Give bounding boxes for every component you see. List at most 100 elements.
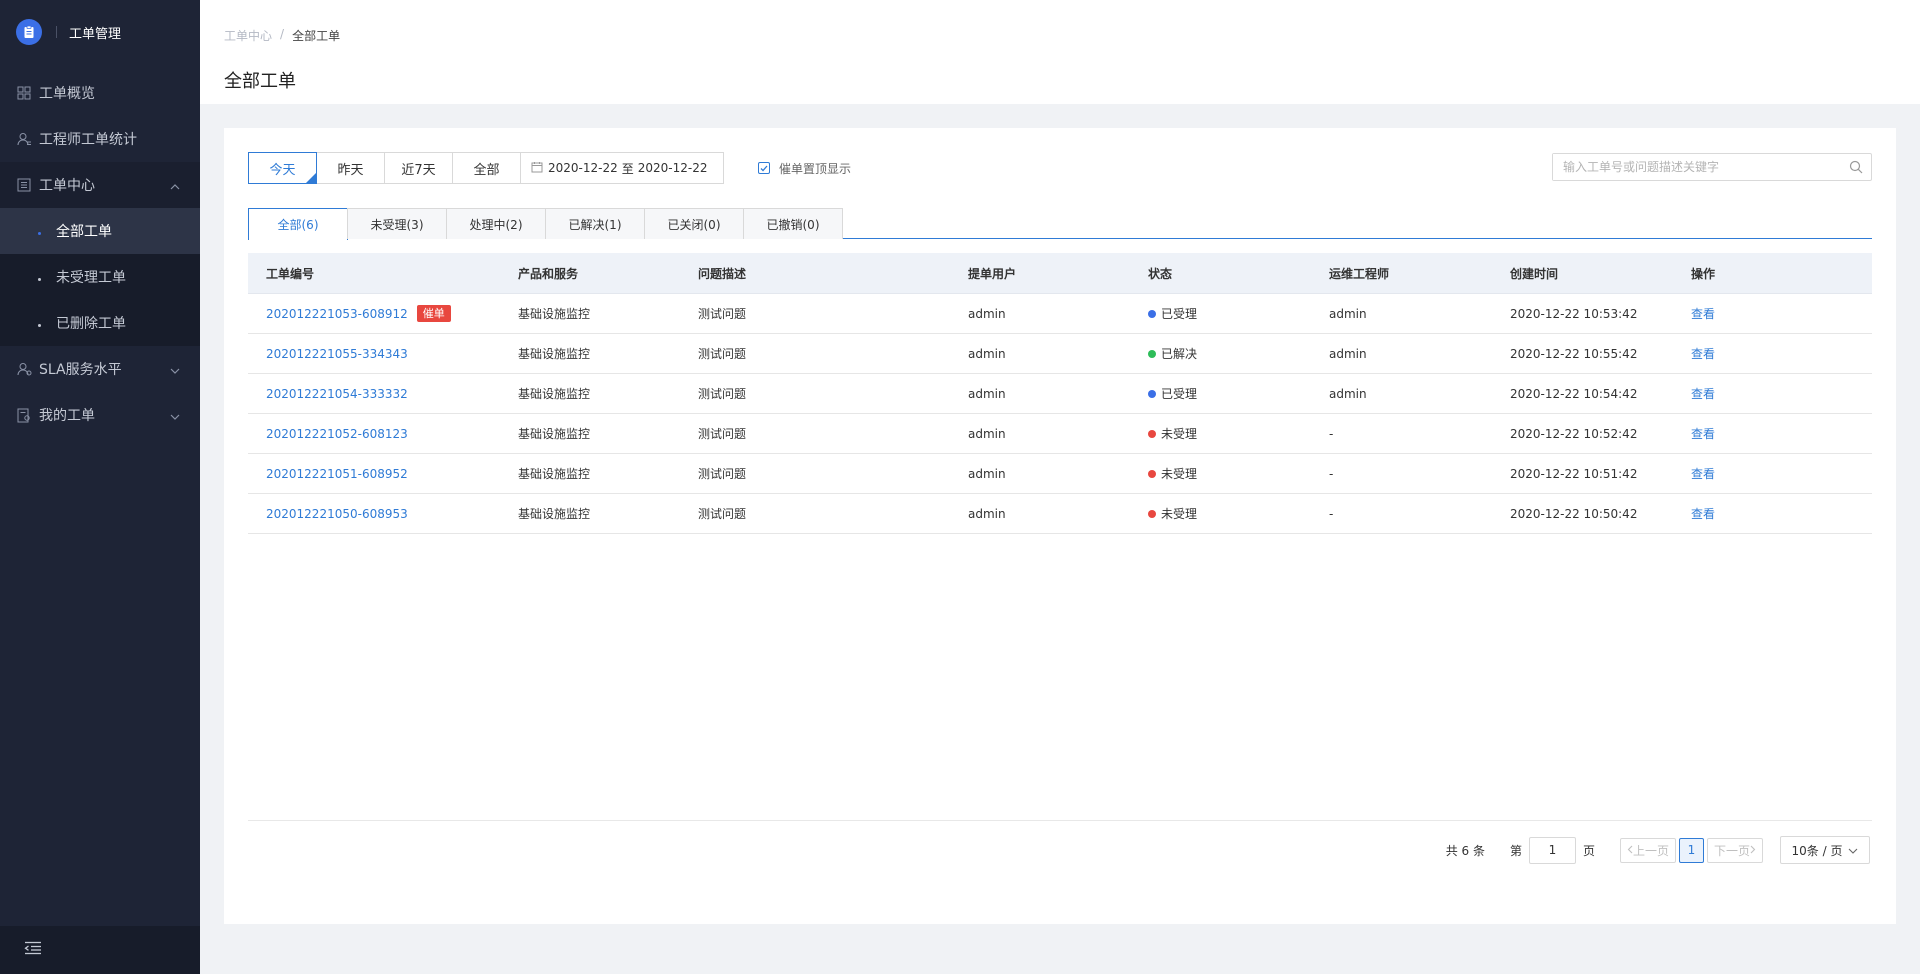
brand: 工单管理 [0, 0, 200, 64]
status-cell: 已解决 [1148, 345, 1329, 362]
page-title: 全部工单 [224, 71, 296, 92]
created-time-cell: 2020-12-22 10:54:42 [1510, 386, 1638, 401]
sidebar: 工单管理 工单概览 工程师工单统计 工单中心 全部工单 未受理工单 已删除工单 … [0, 0, 200, 974]
collapse-sidebar-button[interactable] [0, 926, 200, 974]
search-box [1552, 153, 1872, 181]
page-jump-prefix: 第 [1509, 843, 1522, 858]
status-cell: 未受理 [1148, 505, 1329, 522]
breadcrumb-link-order-center[interactable]: 工单中心 [224, 27, 272, 44]
status-dot-icon [1148, 509, 1156, 518]
status-dot-icon [1148, 349, 1156, 358]
table-header: 工单编号 产品和服务 问题描述 提单用户 状态 运维工程师 创建时间 操作 [248, 253, 1872, 294]
column-header: 提单用户 [968, 266, 1017, 281]
page-size-value: 10条 / 页 [1791, 843, 1843, 858]
app-title: 工单管理 [69, 26, 122, 42]
status-cell: 未受理 [1148, 425, 1329, 442]
prev-page-button[interactable]: 上一页 [1620, 837, 1676, 863]
sidebar-menu: 工单概览 工程师工单统计 工单中心 全部工单 未受理工单 已删除工单 SLA服务… [0, 70, 200, 438]
status-dot-icon [1148, 429, 1156, 438]
description-cell: 测试问题 [698, 427, 747, 441]
order-id-link[interactable]: 202012221053-608912 [266, 307, 408, 321]
order-id-link[interactable]: 202012221052-608123 [266, 427, 408, 441]
page-jump-input[interactable]: 1 [1528, 836, 1576, 864]
view-button[interactable]: 查看 [1691, 385, 1715, 402]
user-cell: admin [968, 466, 1006, 481]
created-time-cell: 2020-12-22 10:50:42 [1510, 506, 1638, 521]
sidebar-item-sla[interactable]: SLA服务水平 [0, 346, 200, 392]
date-start: 2020-12-22 [548, 161, 618, 175]
order-id-cell: 202012221052-608123 [248, 427, 518, 441]
table-row: 202012221051-608952 基础设施监控 测试问题 admin 未受理 - 20… [248, 454, 1872, 494]
column-header: 创建时间 [1510, 266, 1559, 281]
range-yesterday-button[interactable]: 昨天 [316, 152, 385, 184]
column-header: 运维工程师 [1329, 266, 1390, 281]
range-7days-button[interactable]: 近7天 [384, 152, 453, 184]
status-text: 未受理 [1161, 427, 1198, 441]
tab-closed[interactable]: 已关闭(0) [644, 208, 744, 239]
page-size-select[interactable]: 10条 / 页 [1780, 836, 1870, 864]
status-text: 已受理 [1161, 307, 1198, 321]
next-page-label: 下一页 [1713, 843, 1750, 858]
sidebar-item-deleted-orders[interactable]: 已删除工单 [0, 300, 200, 346]
sidebar-item-label: 未受理工单 [56, 270, 126, 286]
range-all-button[interactable]: 全部 [452, 152, 521, 184]
description-cell: 测试问题 [698, 387, 747, 401]
status-cell: 已受理 [1148, 305, 1329, 322]
tab-all[interactable]: 全部(6) [248, 208, 348, 240]
action-cell: 查看 [1691, 505, 1852, 522]
user-cell: admin [968, 426, 1006, 441]
sidebar-item-unaccepted-orders[interactable]: 未受理工单 [0, 254, 200, 300]
order-id-cell: 202012221055-334343 [248, 347, 518, 361]
order-id-link[interactable]: 202012221050-608953 [266, 507, 408, 521]
description-cell: 测试问题 [698, 467, 747, 481]
brand-divider [56, 26, 57, 38]
dashboard-icon [16, 85, 32, 101]
tab-revoked[interactable]: 已撤销(0) [743, 208, 843, 239]
next-page-button[interactable]: 下一页 [1707, 837, 1763, 863]
table-body: 202012221053-608912 催单 基础设施监控 测试问题 admin 已受理 a… [248, 294, 1872, 534]
sidebar-item-my-orders[interactable]: 我的工单 [0, 392, 200, 438]
created-time-cell: 2020-12-22 10:55:42 [1510, 346, 1638, 361]
sidebar-item-overview[interactable]: 工单概览 [0, 70, 200, 116]
order-id-link[interactable]: 202012221055-334343 [266, 347, 408, 361]
action-cell: 查看 [1691, 305, 1852, 322]
view-button[interactable]: 查看 [1691, 345, 1715, 362]
action-cell: 查看 [1691, 465, 1852, 482]
view-button[interactable]: 查看 [1691, 425, 1715, 442]
status-text: 未受理 [1161, 507, 1198, 521]
view-button[interactable]: 查看 [1691, 305, 1715, 322]
tab-unaccepted[interactable]: 未受理(3) [347, 208, 447, 239]
sidebar-item-all-orders[interactable]: 全部工单 [0, 208, 200, 254]
tab-processing[interactable]: 处理中(2) [446, 208, 546, 239]
breadcrumb-current: 全部工单 [292, 29, 341, 43]
column-header: 状态 [1148, 266, 1173, 281]
page-number-button[interactable]: 1 [1679, 837, 1704, 863]
urgent-top-checkbox[interactable]: 催单置顶显示 [758, 160, 851, 177]
order-id-link[interactable]: 202012221054-333332 [266, 387, 408, 401]
product-cell: 基础设施监控 [518, 347, 591, 361]
date-range-picker[interactable]: 2020-12-22 至 2020-12-22 [520, 152, 724, 184]
status-cell: 未受理 [1148, 465, 1329, 482]
tab-resolved[interactable]: 已解决(1) [545, 208, 645, 239]
range-today-button[interactable]: 今天 [248, 152, 317, 184]
bullet-icon [38, 323, 41, 327]
orders-table: 工单编号 产品和服务 问题描述 提单用户 状态 运维工程师 创建时间 操作 20… [248, 253, 1872, 534]
engineer-cell: admin [1329, 386, 1367, 401]
divider [248, 820, 1872, 821]
table-row: 202012221050-608953 基础设施监控 测试问题 admin 未受理 - 20… [248, 494, 1872, 534]
sidebar-item-engineer-stats[interactable]: 工程师工单统计 [0, 116, 200, 162]
sidebar-item-order-center[interactable]: 工单中心 [0, 162, 200, 208]
action-cell: 查看 [1691, 425, 1852, 442]
user-sla-icon [16, 361, 32, 377]
pagination: 共 6 条 第 1 页 上一页 1 下一页 10条 / 页 [1446, 836, 1870, 864]
engineer-cell: admin [1329, 346, 1367, 361]
order-id-cell: 202012221050-608953 [248, 507, 518, 521]
sidebar-item-label: SLA服务水平 [39, 362, 122, 378]
search-input[interactable] [1553, 154, 1833, 180]
view-button[interactable]: 查看 [1691, 505, 1715, 522]
view-button[interactable]: 查看 [1691, 465, 1715, 482]
status-cell: 已受理 [1148, 385, 1329, 402]
user-stats-icon [16, 131, 32, 147]
search-icon[interactable] [1849, 160, 1863, 178]
order-id-link[interactable]: 202012221051-608952 [266, 467, 408, 481]
